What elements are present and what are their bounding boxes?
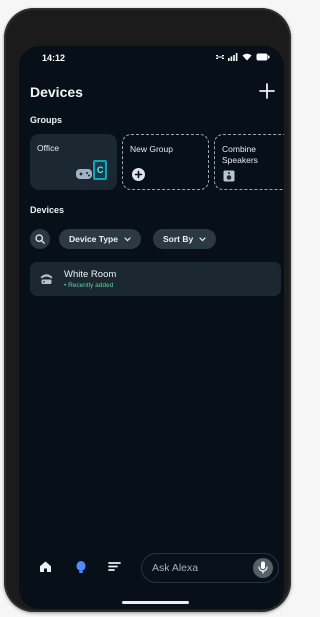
device-type-filter[interactable]: Device Type [59,229,141,249]
search-icon [35,234,45,244]
status-icons [216,53,270,61]
group-card-label: Office [37,143,60,153]
wifi-icon [242,53,252,61]
office-devices-icon: C [76,160,107,180]
device-status: • Recently added [64,282,114,289]
chevron-down-icon [199,236,206,241]
devices-heading: Devices [30,205,65,215]
router-icon [40,274,53,284]
battery-icon [256,53,270,61]
device-row[interactable]: White Room • Recently added [30,262,281,296]
search-button[interactable] [30,229,50,249]
sort-by-label: Sort By [163,234,194,244]
microphone-icon [258,561,268,574]
new-group-card[interactable]: New Group [122,134,209,190]
plus-circle-icon [132,168,145,181]
link-icon [216,55,224,59]
phone-frame: 14:12 Devices Groups Office C New Group … [4,8,291,612]
device-type-label: Device Type [69,234,118,244]
group-card-office[interactable]: Office C [30,134,117,190]
menu-icon[interactable] [108,560,121,573]
device-name: White Room [64,269,117,280]
groups-heading: Groups [30,115,63,125]
alexa-icon[interactable] [75,560,87,574]
chevron-down-icon [124,236,131,241]
page-title: Devices [30,84,83,100]
ask-alexa-placeholder: Ask Alexa [152,562,199,574]
signal-icon [228,53,238,61]
sort-by-filter[interactable]: Sort By [153,229,217,249]
microphone-button[interactable] [253,558,273,578]
group-card-label: Combine Speakers [222,144,258,165]
home-indicator [122,601,189,604]
home-icon[interactable] [39,560,52,573]
status-bar: 14:12 [19,46,284,68]
app-screen: 14:12 Devices Groups Office C New Group … [19,46,284,609]
svg-text:C: C [97,165,104,175]
plus-icon[interactable] [258,82,276,100]
speaker-icon [223,170,235,182]
combine-speakers-card[interactable]: Combine Speakers [214,134,284,190]
ask-alexa-input[interactable]: Ask Alexa [141,553,279,583]
status-time: 14:12 [42,53,66,63]
group-card-label: New Group [130,144,173,154]
